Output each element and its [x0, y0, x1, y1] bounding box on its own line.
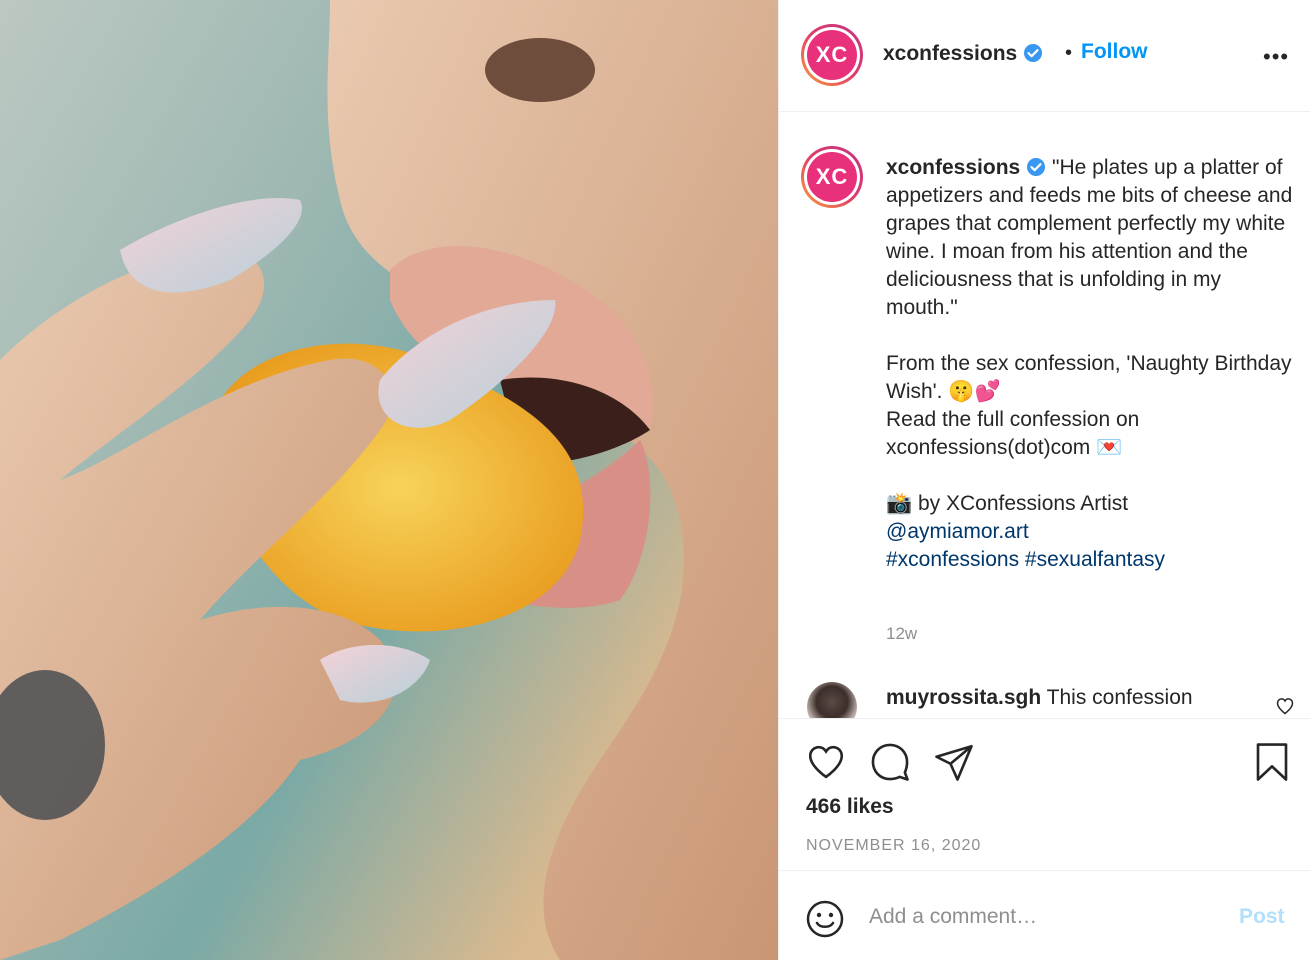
hashtag-link[interactable]: #sexualfantasy [1025, 548, 1165, 571]
caption-text: "He plates up a platter of appetizers an… [886, 156, 1293, 515]
post-image[interactable] [0, 0, 778, 960]
share-icon[interactable] [933, 741, 975, 783]
caption-username[interactable]: xconfessions [886, 156, 1020, 179]
caption-verified-badge-icon [1027, 158, 1046, 176]
add-comment-input[interactable] [869, 897, 1209, 937]
comment-icon[interactable] [869, 741, 911, 783]
commenter-avatar[interactable] [807, 682, 857, 718]
caption-avatar[interactable]: XC [801, 146, 863, 208]
comment-item: muyrossita.sgh This confession [886, 684, 1246, 712]
caption-avatar-initials: XC [807, 152, 857, 202]
comment-text: This confession [1041, 686, 1193, 709]
verified-badge-icon [1024, 44, 1043, 62]
post-date: NOVEMBER 16, 2020 [806, 837, 982, 854]
commenter-username[interactable]: muyrossita.sgh [886, 686, 1041, 709]
hashtag-link[interactable]: #xconfessions [886, 548, 1019, 571]
author-username-text: xconfessions [883, 42, 1018, 65]
post-header: XC xconfessions • Follow ••• [779, 0, 1310, 112]
caption-area: XC xconfessions "He plates up a platter … [779, 112, 1310, 718]
heart-icon[interactable] [805, 741, 847, 783]
add-comment-bar: Post [779, 870, 1310, 960]
caption-mention-link[interactable]: @aymiamor.art [886, 520, 1029, 543]
comment-like-heart-icon[interactable] [1275, 696, 1295, 716]
post-comment-button[interactable]: Post [1239, 905, 1285, 929]
bookmark-icon[interactable] [1251, 741, 1293, 783]
post-actions: 466 likes NOVEMBER 16, 2020 [779, 718, 1310, 870]
post-details-panel: XC xconfessions • Follow ••• XC xconfess… [778, 0, 1310, 960]
follow-button[interactable]: Follow [1081, 40, 1148, 64]
author-avatar[interactable]: XC [801, 24, 863, 86]
author-avatar-initials: XC [807, 30, 857, 80]
likes-count[interactable]: 466 likes [806, 795, 894, 819]
emoji-icon[interactable] [805, 899, 845, 939]
author-username[interactable]: xconfessions [883, 42, 1043, 66]
post-photo-illustration [0, 0, 778, 960]
separator-dot: • [1065, 42, 1073, 64]
post-caption: xconfessions "He plates up a platter of … [886, 154, 1296, 574]
more-options-icon[interactable]: ••• [1263, 44, 1289, 70]
post-age[interactable]: 12w [886, 624, 917, 644]
